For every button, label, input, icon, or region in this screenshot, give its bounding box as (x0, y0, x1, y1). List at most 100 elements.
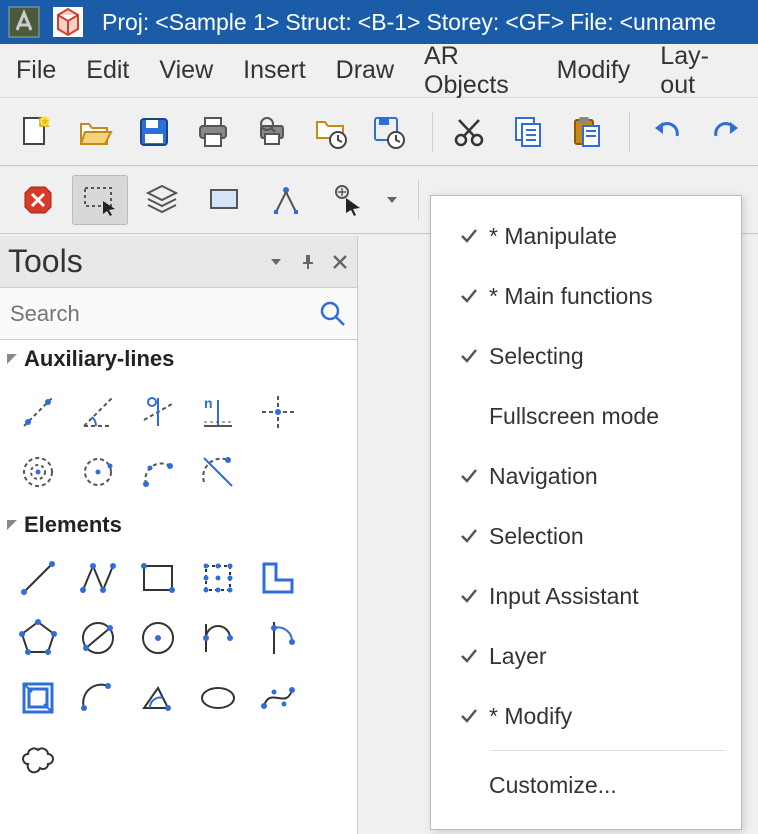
toolbar-row-1 (0, 98, 758, 166)
menu-insert[interactable]: Insert (243, 56, 306, 85)
menu-view[interactable]: View (159, 56, 213, 85)
settings-pointer-button[interactable] (320, 175, 376, 225)
print-button[interactable] (187, 107, 240, 157)
layers-button[interactable] (134, 175, 190, 225)
tool-aux-circle-dashed[interactable] (10, 444, 66, 500)
tool-concentric[interactable] (10, 670, 66, 726)
cut-button[interactable] (443, 107, 496, 157)
section-aux-label: Auxiliary-lines (24, 346, 174, 372)
tool-aux-circle-point[interactable] (70, 444, 126, 500)
tool-aux-angle[interactable] (70, 384, 126, 440)
compass-tool-button[interactable] (258, 175, 314, 225)
ctx-item-input-assistant[interactable]: Input Assistant (431, 566, 741, 626)
toolbar-separator (432, 112, 433, 152)
toolbar-overflow-button[interactable] (382, 175, 402, 225)
check-icon (449, 587, 489, 605)
ctx-item-label: * Manipulate (489, 223, 617, 250)
tools-panel: Tools Auxiliary-lines n Elements (0, 236, 358, 834)
doc-icon (50, 4, 86, 40)
save-button[interactable] (128, 107, 181, 157)
toolbar-context-menu: * Manipulate * Main functions Selecting … (430, 195, 742, 830)
menu-ar-objects[interactable]: AR Objects (424, 42, 527, 100)
tool-el-shape[interactable] (250, 550, 306, 606)
ctx-item-customize[interactable]: Customize... (431, 755, 741, 815)
tool-cloud[interactable] (10, 730, 66, 786)
undo-button[interactable] (640, 107, 693, 157)
ctx-item-selecting[interactable]: Selecting (431, 326, 741, 386)
tool-aux-tangent[interactable] (190, 444, 246, 500)
tool-polygon[interactable] (10, 610, 66, 666)
tools-panel-title: Tools (8, 243, 261, 280)
tool-aux-arc[interactable] (130, 444, 186, 500)
tools-search-input[interactable] (8, 300, 317, 328)
panel-pin-button[interactable] (293, 247, 323, 277)
ctx-item-label: Customize... (489, 772, 617, 799)
tool-aux-perp[interactable] (130, 384, 186, 440)
open-file-button[interactable] (69, 107, 122, 157)
ctx-item-label: Selecting (489, 343, 584, 370)
titlebar: Proj: <Sample 1> Struct: <B-1> Storey: <… (0, 0, 758, 44)
check-icon (449, 647, 489, 665)
tool-arc[interactable] (70, 670, 126, 726)
section-elem-header[interactable]: Elements (0, 506, 357, 544)
ctx-item-layer[interactable]: Layer (431, 626, 741, 686)
check-icon (449, 467, 489, 485)
check-icon (449, 347, 489, 365)
close-stop-button[interactable] (10, 175, 66, 225)
tool-spline[interactable] (250, 670, 306, 726)
menu-file[interactable]: File (16, 56, 56, 85)
ctx-item-label: Navigation (489, 463, 598, 490)
search-icon[interactable] (317, 298, 349, 330)
panel-close-button[interactable] (325, 247, 355, 277)
expand-icon (6, 353, 18, 365)
toolbar-separator (629, 112, 630, 152)
title-proj-label: Proj: (102, 9, 149, 36)
rect-tool-button[interactable] (196, 175, 252, 225)
app-icon (6, 4, 42, 40)
copy-button[interactable] (502, 107, 555, 157)
tool-rectangle[interactable] (130, 550, 186, 606)
new-file-button[interactable] (10, 107, 63, 157)
ctx-item-main-functions[interactable]: * Main functions (431, 266, 741, 326)
menubar: File Edit View Insert Draw AR Objects Mo… (0, 44, 758, 98)
menu-edit[interactable]: Edit (86, 56, 129, 85)
ctx-separator (491, 750, 725, 751)
tool-polyline[interactable] (70, 550, 126, 606)
aux-icons: n (0, 378, 357, 506)
ctx-item-fullscreen[interactable]: Fullscreen mode (431, 386, 741, 446)
menu-draw[interactable]: Draw (336, 56, 394, 85)
title-storey-val: <GF> (505, 9, 564, 36)
tool-semicircle[interactable] (190, 610, 246, 666)
ctx-item-label: Fullscreen mode (489, 403, 659, 430)
menu-modify[interactable]: Modify (557, 56, 631, 85)
tool-line[interactable] (10, 550, 66, 606)
menu-layout[interactable]: Lay-out (660, 42, 728, 100)
save-recent-button[interactable] (363, 107, 416, 157)
ctx-item-manipulate[interactable]: * Manipulate (431, 206, 741, 266)
tool-aux-line[interactable] (10, 384, 66, 440)
redo-button[interactable] (699, 107, 752, 157)
tool-arc-center[interactable] (130, 670, 186, 726)
tool-circle-center[interactable] (130, 610, 186, 666)
ctx-item-navigation[interactable]: Navigation (431, 446, 741, 506)
expand-icon (6, 519, 18, 531)
tool-aux-cross[interactable] (250, 384, 306, 440)
tool-rect-grid[interactable] (190, 550, 246, 606)
select-rect-button[interactable] (72, 175, 128, 225)
ctx-item-modify[interactable]: * Modify (431, 686, 741, 746)
tool-circle-diameter[interactable] (70, 610, 126, 666)
tool-ellipse[interactable] (190, 670, 246, 726)
print-preview-button[interactable] (245, 107, 298, 157)
open-recent-button[interactable] (304, 107, 357, 157)
title-storey-label: Storey: (426, 9, 499, 36)
section-aux-header[interactable]: Auxiliary-lines (0, 340, 357, 378)
tool-aux-normal[interactable]: n (190, 384, 246, 440)
ctx-item-selection[interactable]: Selection (431, 506, 741, 566)
panel-dropdown-button[interactable] (261, 247, 291, 277)
paste-button[interactable] (561, 107, 614, 157)
tool-tangent-circle[interactable] (250, 610, 306, 666)
elem-icons (0, 544, 357, 792)
check-icon (449, 527, 489, 545)
ctx-item-label: * Modify (489, 703, 572, 730)
ctx-item-label: * Main functions (489, 283, 653, 310)
